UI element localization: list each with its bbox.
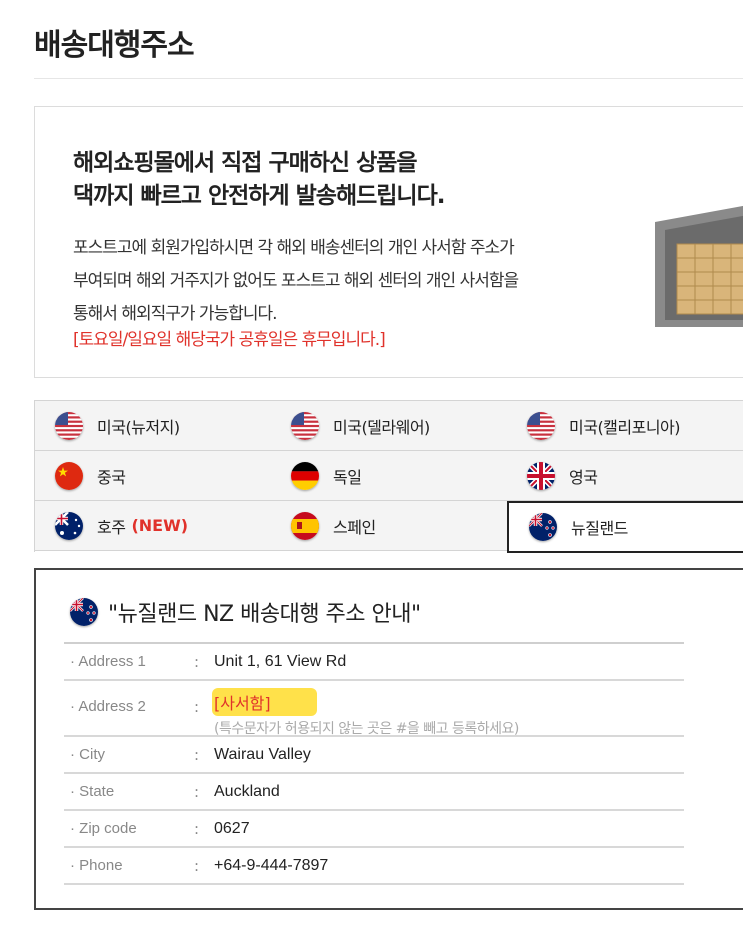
field-value[interactable]: Auckland — [214, 783, 280, 801]
panel-header: "뉴질랜드 NZ 배송대행 주소 안내" — [70, 596, 421, 628]
country-tab-germany[interactable]: 독일 — [271, 451, 508, 501]
country-tab-uk[interactable]: 영국 — [507, 451, 743, 501]
address-info-panel: "뉴질랜드 NZ 배송대행 주소 안내" · Address 1 : Unit … — [34, 568, 743, 910]
intro-headline: 해외쇼핑몰에서 직접 구매하신 상품을 댁까지 빠르고 안전하게 발송해드립니다… — [73, 147, 445, 213]
field-colon: : — [194, 819, 200, 838]
field-label: · City — [70, 746, 105, 763]
country-label: 호주 — [97, 517, 126, 537]
address-row-phone: · Phone : +64-9-444-7897 — [64, 848, 684, 885]
country-label: 미국(뉴저지) — [97, 417, 180, 437]
field-value-group: [사서함] (특수문자가 허용되지 않는 곳은 #을 빼고 등록하세요) — [212, 688, 519, 738]
holiday-notice: [토요일/일요일 해당국가 공휴일은 휴무입니다.] — [73, 330, 386, 350]
title-divider — [34, 78, 743, 79]
country-label: 미국(캘리포니아) — [569, 417, 681, 437]
address-row-city: · City : Wairau Valley — [64, 737, 684, 774]
field-label: · Zip code — [70, 820, 137, 837]
field-label: · Phone — [70, 857, 123, 874]
newzealand-flag-icon — [70, 598, 98, 626]
warehouse-boxes-image — [655, 206, 743, 327]
intro-headline-line2: 댁까지 빠르고 안전하게 발송해드립니다. — [73, 183, 445, 209]
field-colon: : — [194, 856, 200, 875]
po-box-highlight[interactable]: [사서함] — [212, 688, 317, 716]
country-tab-australia[interactable]: 호주 (NEW) — [35, 501, 272, 551]
field-colon: : — [194, 652, 200, 671]
newzealand-flag-icon — [529, 513, 557, 541]
new-badge: (NEW) — [131, 516, 189, 535]
country-tab-spain[interactable]: 스페인 — [271, 501, 508, 551]
country-label: 뉴질랜드 — [571, 519, 628, 538]
field-label: · Address 1 — [70, 653, 146, 670]
page-title: 배송대행주소 — [34, 28, 195, 63]
germany-flag-icon — [291, 462, 319, 490]
field-colon: : — [194, 745, 200, 764]
country-tab-us-newjersey[interactable]: 미국(뉴저지) — [35, 401, 272, 451]
intro-description: 포스트고에 회원가입하시면 각 해외 배송센터의 개인 사서함 주소가 부여되며… — [73, 232, 519, 331]
field-colon: : — [194, 698, 200, 716]
address-table: · Address 1 : Unit 1, 61 View Rd · Addre… — [64, 642, 684, 885]
australia-flag-icon — [55, 512, 83, 540]
field-value[interactable]: Wairau Valley — [214, 746, 311, 764]
uk-flag-icon — [527, 462, 555, 490]
address-row-address1: · Address 1 : Unit 1, 61 View Rd — [64, 644, 684, 681]
us-flag-icon — [291, 412, 319, 440]
country-tab-us-california[interactable]: 미국(캘리포니아) — [507, 401, 743, 451]
country-label: 스페인 — [333, 517, 376, 537]
field-label: · State — [70, 783, 115, 800]
country-label: 독일 — [333, 467, 362, 487]
intro-body-line2: 부여되며 해외 거주지가 없어도 포스트고 해외 센터의 개인 사서함을 — [73, 271, 519, 291]
address-row-state: · State : Auckland — [64, 774, 684, 811]
country-tab-us-delaware[interactable]: 미국(델라웨어) — [271, 401, 508, 451]
address-row-address2: · Address 2 : [사서함] (특수문자가 허용되지 않는 곳은 #을… — [64, 681, 684, 737]
field-note: (특수문자가 허용되지 않는 곳은 #을 빼고 등록하세요) — [214, 721, 519, 737]
china-flag-icon — [55, 462, 83, 490]
country-label: 미국(델라웨어) — [333, 417, 430, 437]
spain-flag-icon — [291, 512, 319, 540]
us-flag-icon — [55, 412, 83, 440]
country-label: 중국 — [97, 467, 126, 487]
country-tab-china[interactable]: 중국 — [35, 451, 272, 501]
intro-body-line1: 포스트고에 회원가입하시면 각 해외 배송센터의 개인 사서함 주소가 — [73, 238, 515, 258]
panel-title: "뉴질랜드 NZ 배송대행 주소 안내" — [108, 602, 421, 627]
country-tab-grid: 미국(뉴저지) 미국(델라웨어) 미국(캘리포니아) 중국 독일 영국 호주 (… — [34, 400, 743, 553]
intro-headline-line1: 해외쇼핑몰에서 직접 구매하신 상품을 — [73, 150, 418, 176]
field-value[interactable]: +64-9-444-7897 — [214, 857, 328, 875]
us-flag-icon — [527, 412, 555, 440]
country-label: 영국 — [569, 467, 598, 487]
address-row-zipcode: · Zip code : 0627 — [64, 811, 684, 848]
field-colon: : — [194, 782, 200, 801]
field-value[interactable]: Unit 1, 61 View Rd — [214, 653, 346, 671]
country-tab-newzealand[interactable]: 뉴질랜드 — [507, 501, 743, 553]
field-value[interactable]: 0627 — [214, 820, 250, 838]
field-label: · Address 2 — [70, 698, 146, 715]
intro-banner: 해외쇼핑몰에서 직접 구매하신 상품을 댁까지 빠르고 안전하게 발송해드립니다… — [34, 106, 743, 378]
